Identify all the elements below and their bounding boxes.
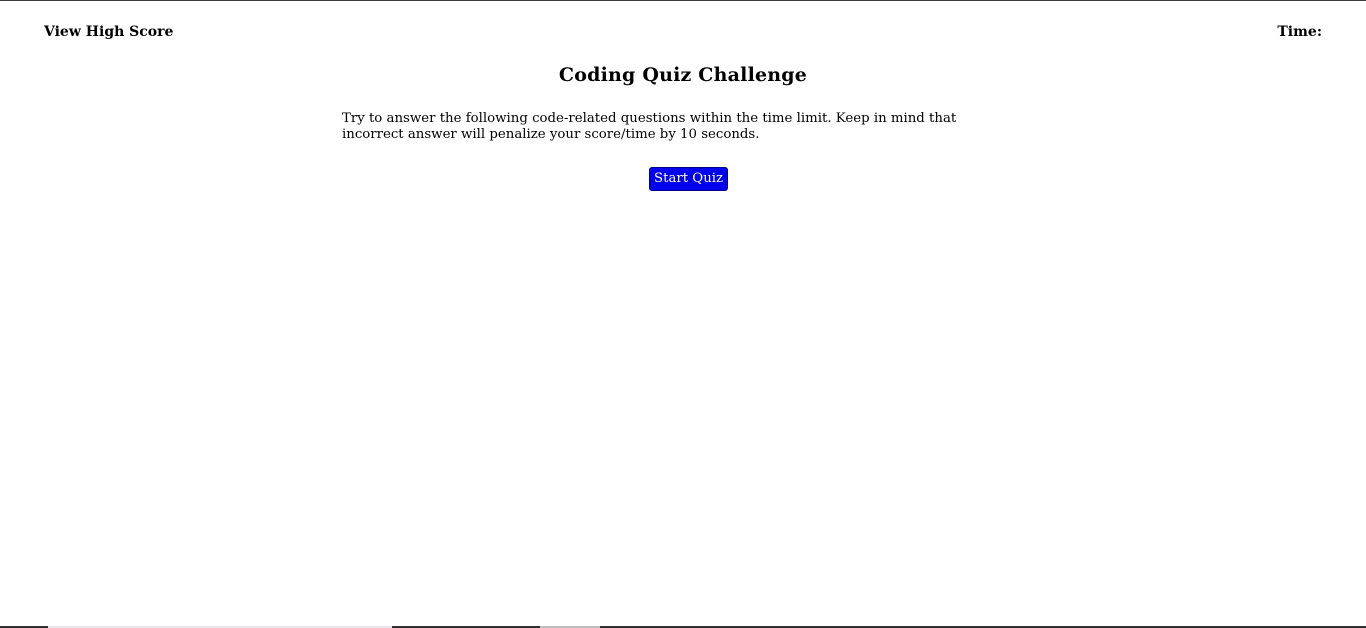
- view-high-score-link[interactable]: View High Score: [44, 24, 173, 40]
- start-quiz-button[interactable]: Start Quiz: [649, 167, 729, 191]
- intro-text: Try to answer the following code-related…: [342, 111, 957, 142]
- header: View High Score Time:: [0, 0, 1366, 60]
- timer-label: Time:: [1277, 24, 1322, 40]
- page-title: Coding Quiz Challenge: [558, 64, 808, 86]
